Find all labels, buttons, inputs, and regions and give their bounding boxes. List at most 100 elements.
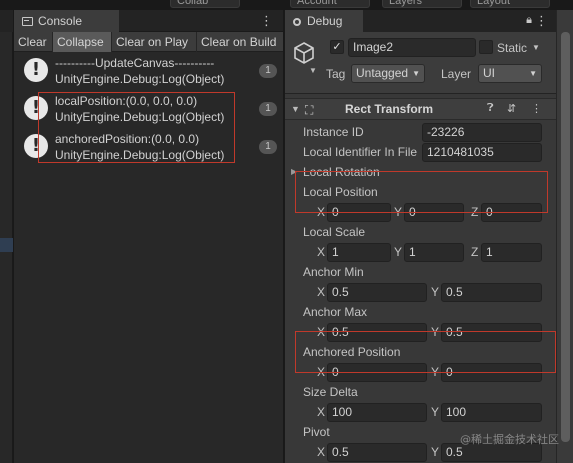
local-rotation-label[interactable]: Local Rotation [303,164,380,180]
pivot-label: Pivot [303,425,330,439]
anchored-position-x-field[interactable]: 0 [327,363,427,382]
account-button[interactable]: Account [290,0,370,8]
layout-button[interactable]: Layout [470,0,550,8]
anchor-min-x-field[interactable]: 0.5 [327,283,427,302]
tag-dropdown[interactable]: Untagged ▼ [351,64,425,83]
local-position-z-field[interactable]: 0 [481,203,542,222]
log-entry[interactable]: ! anchoredPosition:(0.0, 0.0) UnityEngin… [14,128,283,166]
local-scale-z-field[interactable]: 1 [481,243,542,262]
clear-button[interactable]: Clear [14,32,53,52]
log-message: localPosition:(0.0, 0.0, 0.0) [55,94,198,108]
presets-icon[interactable]: ⇵ [507,102,516,115]
instance-id-field[interactable]: -23226 [422,123,542,142]
console-panel: Console ⋮ Clear Collapse Clear on Play C… [14,10,283,463]
help-icon[interactable]: ❓︎ [487,102,494,115]
collab-button[interactable]: Collab [170,0,240,8]
log-message: anchoredPosition:(0.0, 0.0) [55,132,200,146]
axis-z-label: Z [471,245,479,259]
layers-button[interactable]: Layers [382,0,462,8]
axis-y-label: Y [431,365,440,379]
console-tab-label: Console [38,14,83,28]
axis-y-label: Y [431,445,440,459]
foldout-caret-icon[interactable]: ▼ [291,104,300,114]
log-stacktrace: UnityEngine.Debug:Log(Object) [55,110,225,124]
debug-tab-label: Debug [307,14,343,28]
static-dropdown-arrow-icon[interactable]: ▼ [532,40,540,56]
inspector-panel: Debug 🔒︎ ⋮ ▼ ✓ Image2 Static ▼ Tag Untag… [284,10,556,463]
size-delta-x-field[interactable]: 100 [327,403,427,422]
console-tabbar: Console ⋮ [14,10,283,32]
anchor-max-y-field[interactable]: 0.5 [441,323,542,342]
console-menu-icon[interactable]: ⋮ [260,13,273,29]
hierarchy-tab-edge[interactable] [0,10,13,32]
size-delta-label: Size Delta [303,385,358,399]
local-scale-label: Local Scale [303,225,366,239]
anchor-min-y-field[interactable]: 0.5 [441,283,542,302]
log-entry[interactable]: ! localPosition:(0.0, 0.0, 0.0) UnityEng… [14,90,283,128]
tag-label: Tag [326,67,346,81]
scrollbar-thumb[interactable] [561,32,570,442]
log-count-badge: 1 [259,64,277,78]
log-stacktrace: UnityEngine.Debug:Log(Object) [55,72,225,86]
local-scale-y-field[interactable]: 1 [404,243,464,262]
static-checkbox[interactable] [479,40,493,54]
log-entry[interactable]: ! ----------UpdateCanvas---------- Unity… [14,52,283,90]
local-position-y-field[interactable]: 0 [404,203,464,222]
axis-y-label: Y [394,205,403,219]
size-delta-y-field[interactable]: 100 [441,403,542,422]
lock-icon[interactable]: 🔒︎ [526,14,532,27]
local-identifier-field[interactable]: 1210481035 [422,143,542,162]
chevron-down-icon: ▼ [412,69,420,78]
pivot-x-field[interactable]: 0.5 [327,443,427,462]
axis-y-label: Y [431,285,440,299]
chevron-down-icon: ▼ [529,69,537,78]
anchor-max-x-field[interactable]: 0.5 [327,323,427,342]
hierarchy-selection[interactable] [0,238,13,252]
icon-dropdown-caret-icon[interactable]: ▼ [309,66,317,75]
component-menu-icon[interactable]: ⋮ [531,102,542,115]
axis-x-label: X [317,205,326,219]
log-message: ----------UpdateCanvas---------- [55,56,215,70]
local-scale-x-field[interactable]: 1 [327,243,391,262]
clear-on-build-toggle[interactable]: Clear on Build [197,32,283,52]
anchored-position-label: Anchored Position [303,345,401,359]
info-icon: ! [24,58,48,82]
console-toolbar: Clear Collapse Clear on Play Clear on Bu… [14,32,283,52]
top-toolbar: Collab Account Layers Layout [0,0,573,10]
inspector-scrollbar[interactable] [556,10,573,463]
clear-on-play-toggle[interactable]: Clear on Play [112,32,197,52]
anchor-min-label: Anchor Min [303,265,364,279]
debug-tab[interactable]: Debug [285,10,363,32]
axis-y-label: Y [431,325,440,339]
collapse-toggle[interactable]: Collapse [53,32,112,52]
axis-x-label: X [317,285,326,299]
gameobject-cube-icon [294,42,314,64]
axis-y-label: Y [431,405,440,419]
console-tab[interactable]: Console [14,10,119,32]
foldout-caret-right-icon[interactable]: ▶ [291,164,297,180]
instance-id-label: Instance ID [303,125,364,139]
axis-y-label: Y [394,245,403,259]
axis-x-label: X [317,405,326,419]
rect-transform-body: Instance ID -23226 Local Identifier In F… [285,120,556,462]
layer-dropdown[interactable]: UI ▼ [478,64,542,83]
inspector-icon [293,18,301,26]
axis-x-label: X [317,365,326,379]
axis-x-label: X [317,245,326,259]
anchored-position-y-field[interactable]: 0 [441,363,542,382]
inspector-menu-icon[interactable]: ⋮ [535,13,548,29]
watermark: @稀土掘金技术社区 [460,433,559,446]
axis-x-label: X [317,445,326,459]
static-label: Static [497,41,528,55]
info-icon: ! [24,96,48,120]
log-count-badge: 1 [259,102,277,116]
anchor-max-label: Anchor Max [303,305,368,319]
log-count-badge: 1 [259,140,277,154]
hierarchy-panel-edge [0,10,13,463]
active-checkbox[interactable]: ✓ [330,40,344,54]
console-icon [22,17,33,26]
object-name-input[interactable]: Image2 [348,38,476,57]
rect-transform-header[interactable]: ▼ ⛶ Rect Transform ❓︎ ⇵ ⋮ [285,98,556,120]
gameobject-header: ▼ ✓ Image2 Static ▼ Tag Untagged ▼ Layer … [285,32,556,94]
local-position-x-field[interactable]: 0 [327,203,391,222]
